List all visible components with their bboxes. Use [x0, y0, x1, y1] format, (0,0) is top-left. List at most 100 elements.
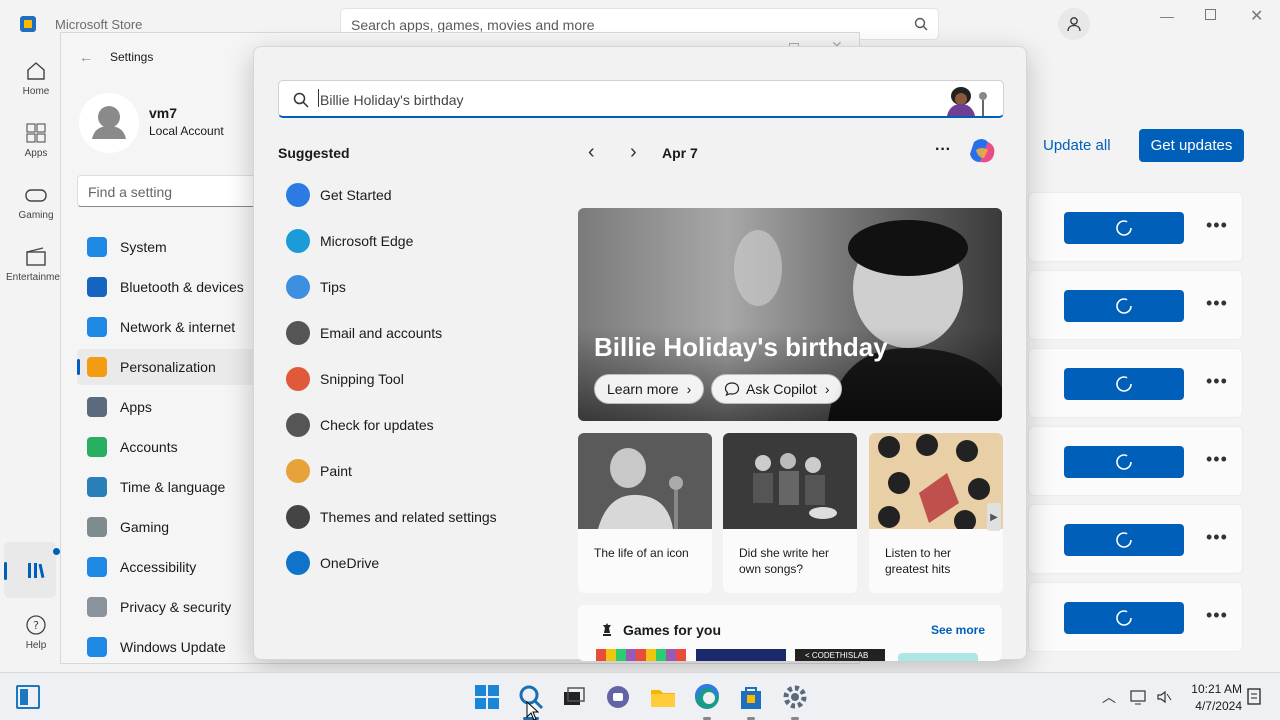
- nav-help[interactable]: ? Help: [6, 614, 66, 651]
- see-more-link[interactable]: See more: [931, 623, 985, 637]
- teams-chat-button[interactable]: [604, 683, 632, 711]
- profile-avatar-button[interactable]: [1058, 8, 1090, 40]
- settings-item-apps[interactable]: Apps: [77, 389, 257, 425]
- settings-item-gaming[interactable]: Gaming: [77, 509, 257, 545]
- system-icon: [87, 237, 107, 257]
- settings-item-accessibility[interactable]: Accessibility: [77, 549, 257, 585]
- update-progress-button[interactable]: [1064, 212, 1184, 244]
- nav-library[interactable]: [4, 542, 60, 598]
- settings-item-label: Privacy & security: [120, 599, 232, 615]
- billie-holiday-thumbnail: [947, 87, 987, 116]
- update-all-link[interactable]: Update all: [1043, 137, 1111, 154]
- library-selected-indicator: [4, 562, 7, 580]
- loading-spinner-icon: [1116, 220, 1132, 236]
- update-progress-button[interactable]: [1064, 290, 1184, 322]
- suggestion-item[interactable]: Themes and related settings: [286, 505, 497, 529]
- store-button[interactable]: [737, 683, 765, 711]
- hero-card[interactable]: Billie Holiday's birthday Learn more › A…: [578, 208, 1002, 421]
- back-arrow-icon[interactable]: ←: [79, 49, 93, 65]
- nav-apps-label: Apps: [24, 148, 48, 159]
- nav-gaming[interactable]: Gaming: [6, 184, 66, 221]
- more-options-icon[interactable]: •••: [1206, 215, 1228, 236]
- settings-item-time-language[interactable]: Time & language: [77, 469, 257, 505]
- snipping-tool-icon: [286, 367, 310, 391]
- search-icon[interactable]: [914, 17, 928, 31]
- suggestion-item[interactable]: OneDrive: [286, 551, 379, 575]
- copilot-icon[interactable]: [966, 136, 998, 168]
- start-button[interactable]: [473, 683, 501, 711]
- game-thumbnail[interactable]: [596, 649, 686, 661]
- close-button[interactable]: ✕: [1250, 6, 1263, 26]
- nav-home-label: Home: [22, 86, 50, 97]
- file-explorer-button[interactable]: [649, 683, 677, 711]
- settings-item-personalization[interactable]: Personalization: [77, 349, 257, 385]
- game-thumbnail[interactable]: [696, 649, 786, 661]
- email-icon: [286, 321, 310, 345]
- settings-button[interactable]: [781, 683, 809, 711]
- edge-button[interactable]: [693, 683, 721, 711]
- next-day-button[interactable]: ›: [630, 141, 637, 164]
- apps-icon: [87, 397, 107, 417]
- tile-greatest-hits[interactable]: Listen to her greatest hits: [869, 433, 1003, 593]
- clock-time[interactable]: 10:21 AM: [1182, 682, 1242, 696]
- network-icon[interactable]: [1130, 689, 1148, 705]
- suggestion-item[interactable]: Check for updates: [286, 413, 434, 437]
- maximize-button[interactable]: [1205, 9, 1216, 20]
- suggestion-item[interactable]: Tips: [286, 275, 346, 299]
- clock-date[interactable]: 4/7/2024: [1182, 699, 1242, 713]
- flyout-search-input[interactable]: Billie Holiday's birthday: [320, 92, 464, 108]
- ask-copilot-button[interactable]: Ask Copilot ›: [711, 374, 843, 404]
- settings-item-windows-update[interactable]: Windows Update: [77, 629, 257, 665]
- update-progress-button[interactable]: [1064, 602, 1184, 634]
- settings-item-accounts[interactable]: Accounts: [77, 429, 257, 465]
- prev-day-button[interactable]: ‹: [588, 141, 595, 164]
- update-progress-button[interactable]: [1064, 368, 1184, 400]
- suggestion-label: Snipping Tool: [320, 371, 404, 387]
- minimize-button[interactable]: —: [1160, 8, 1174, 24]
- tiles-scroll-right-button[interactable]: ▶: [987, 503, 1001, 531]
- suggestion-item[interactable]: Get Started: [286, 183, 392, 207]
- suggested-heading: Suggested: [278, 145, 350, 161]
- settings-item-label: Network & internet: [120, 319, 236, 335]
- suggestion-item[interactable]: Snipping Tool: [286, 367, 404, 391]
- flyout-search-box[interactable]: Billie Holiday's birthday: [278, 80, 1004, 118]
- loading-spinner-icon: [1116, 532, 1132, 548]
- tile-life-of-icon[interactable]: The life of an icon: [578, 433, 712, 593]
- more-options-icon[interactable]: •••: [1206, 371, 1228, 392]
- tile-own-songs[interactable]: Did she write her own songs?: [723, 433, 857, 593]
- volume-muted-icon[interactable]: [1156, 689, 1172, 705]
- suggestion-item[interactable]: Microsoft Edge: [286, 229, 413, 253]
- onedrive-icon: [286, 551, 310, 575]
- find-setting-input[interactable]: Find a setting: [77, 175, 277, 207]
- widgets-button[interactable]: [16, 685, 40, 709]
- update-progress-button[interactable]: [1064, 524, 1184, 556]
- game-thumbnail[interactable]: < CODETHISLAB: [795, 649, 885, 661]
- update-badge: [53, 548, 60, 555]
- suggestion-item[interactable]: Email and accounts: [286, 321, 442, 345]
- loading-spinner-icon: [1116, 298, 1132, 314]
- get-updates-button[interactable]: Get updates: [1139, 129, 1244, 162]
- suggestion-item[interactable]: Paint: [286, 459, 352, 483]
- game-thumbnail[interactable]: [898, 653, 978, 661]
- tile-photo: [578, 433, 712, 529]
- more-options-icon[interactable]: •••: [1206, 449, 1228, 470]
- nav-home[interactable]: Home: [6, 60, 66, 97]
- notification-icon[interactable]: [1246, 688, 1262, 706]
- nav-entertainment[interactable]: Entertainment: [6, 246, 66, 283]
- task-view-button[interactable]: [560, 683, 588, 711]
- settings-item-privacy-security[interactable]: Privacy & security: [77, 589, 257, 625]
- settings-item-network-internet[interactable]: Network & internet: [77, 309, 257, 345]
- update-progress-button[interactable]: [1064, 446, 1184, 478]
- bluetooth-devices-icon: [87, 277, 107, 297]
- nav-apps[interactable]: Apps: [6, 122, 66, 159]
- suggestion-label: Themes and related settings: [320, 509, 497, 525]
- more-options-icon[interactable]: •••: [1206, 293, 1228, 314]
- settings-title: Settings: [110, 50, 154, 64]
- more-options-icon[interactable]: •••: [1206, 605, 1228, 626]
- more-options-button[interactable]: ···: [935, 141, 951, 159]
- chevron-up-icon[interactable]: ︿: [1102, 687, 1116, 707]
- settings-item-bluetooth-devices[interactable]: Bluetooth & devices: [77, 269, 257, 305]
- more-options-icon[interactable]: •••: [1206, 527, 1228, 548]
- learn-more-button[interactable]: Learn more ›: [594, 374, 705, 404]
- settings-item-system[interactable]: System: [77, 229, 257, 265]
